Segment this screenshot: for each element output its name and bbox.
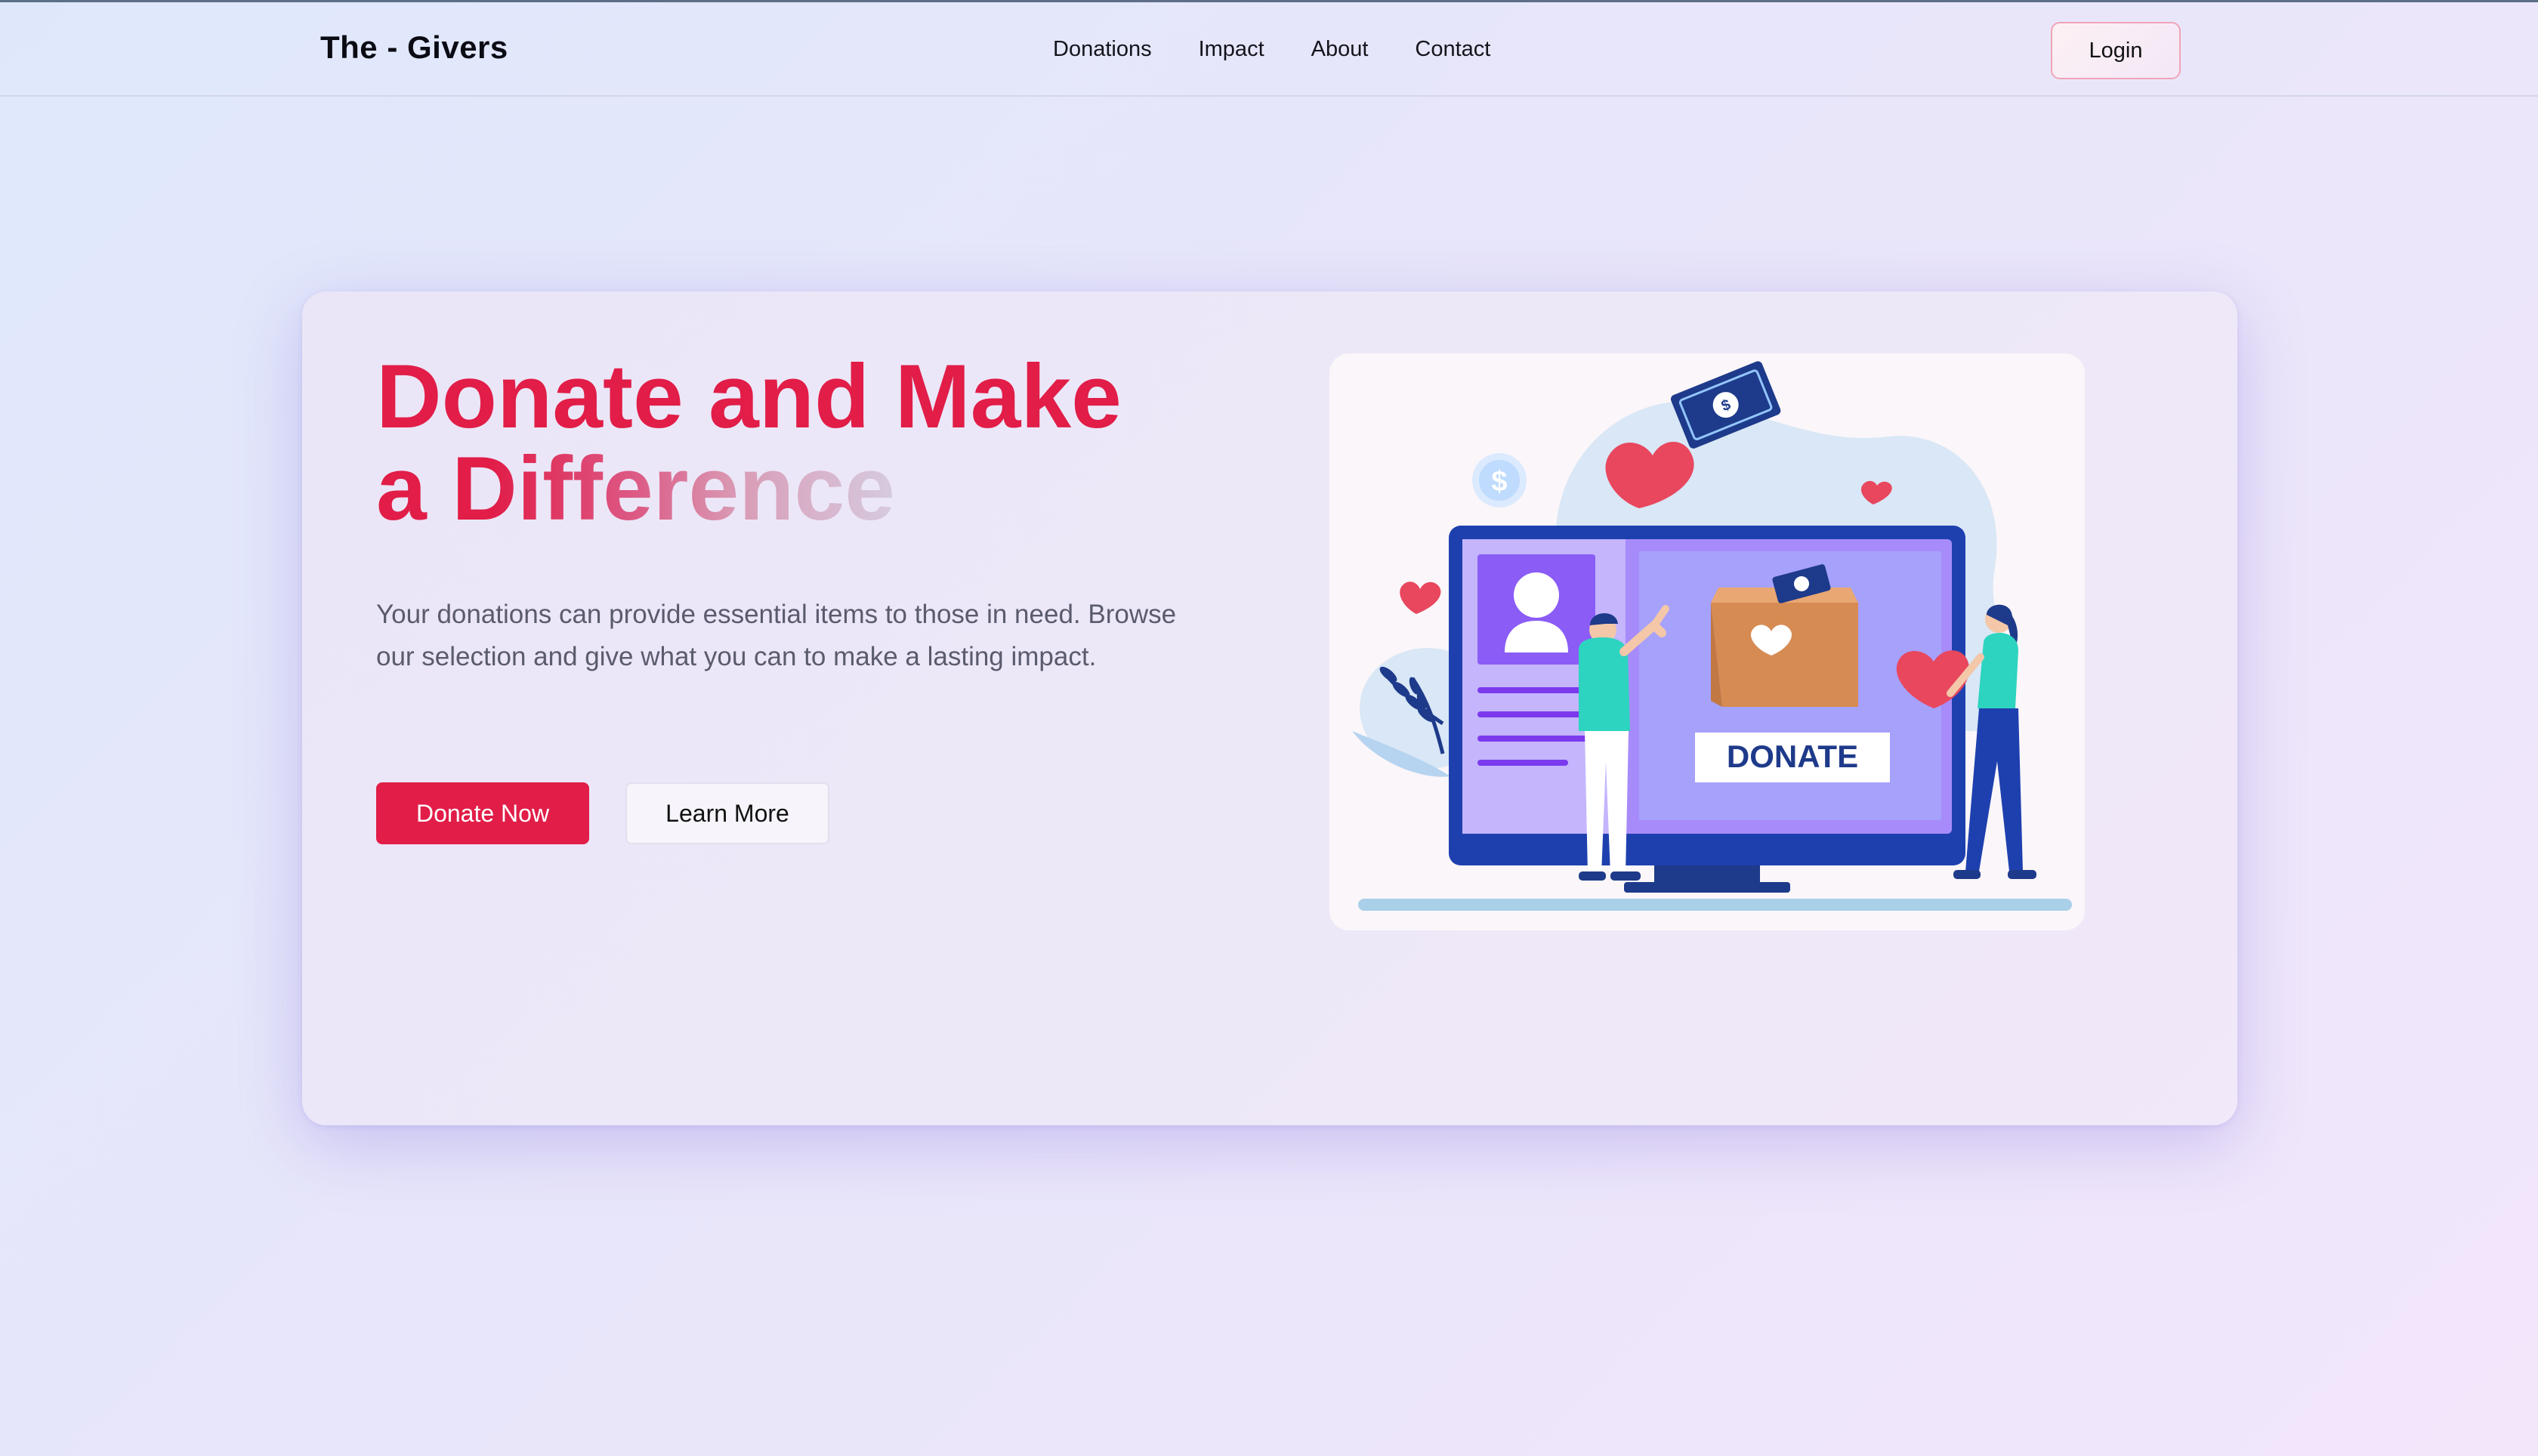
nav-link-donations[interactable]: Donations [1053, 37, 1152, 62]
coin-icon: $ [1472, 453, 1527, 507]
nav-link-contact[interactable]: Contact [1415, 37, 1490, 62]
donate-now-button[interactable]: Donate Now [376, 782, 589, 844]
donation-illustration: $ $ DONATE [1329, 353, 2085, 930]
hero-description: Your donations can provide essential ite… [376, 600, 1177, 671]
nav-link-about[interactable]: About [1311, 37, 1369, 62]
monitor-icon [1449, 526, 1965, 893]
navbar: The - Givers Donations Impact About Cont… [0, 0, 2538, 97]
hero-title: Donate and Make a Difference [376, 350, 1122, 535]
hero-title-line1: Donate and Make [376, 346, 1122, 447]
donate-label: DONATE [1727, 739, 1858, 774]
brand-logo[interactable]: The - Givers [320, 29, 508, 66]
nav-link-impact[interactable]: Impact [1199, 37, 1264, 62]
svg-text:$: $ [1491, 466, 1507, 498]
heart-icon-left [1400, 581, 1441, 614]
login-button[interactable]: Login [2051, 22, 2181, 79]
floor-line [1358, 899, 2072, 911]
hero-title-line2: a Difference [376, 438, 895, 539]
hero-card: Donate and Make a Difference Your donati… [302, 292, 2237, 1125]
nav-links: Donations Impact About Contact [1053, 37, 1490, 62]
learn-more-button[interactable]: Learn More [625, 782, 829, 844]
